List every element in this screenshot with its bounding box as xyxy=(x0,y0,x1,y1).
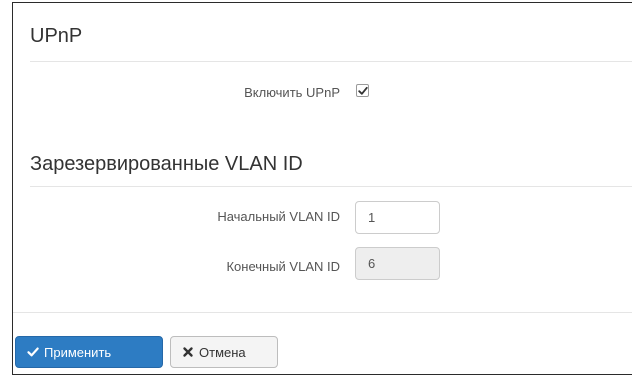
end-vlan-label: Конечный VLAN ID xyxy=(226,259,340,274)
check-icon xyxy=(27,346,39,358)
divider xyxy=(13,312,632,313)
settings-panel: UPnP Включить UPnP Зарезервированные VLA… xyxy=(12,2,632,375)
reserved-vlan-section-title: Зарезервированные VLAN ID xyxy=(30,153,303,175)
apply-button[interactable]: Применить xyxy=(15,336,163,368)
divider xyxy=(30,61,632,62)
divider xyxy=(30,186,632,187)
start-vlan-label: Начальный VLAN ID xyxy=(217,209,340,224)
end-vlan-input xyxy=(355,247,440,280)
enable-upnp-checkbox[interactable] xyxy=(356,84,369,97)
upnp-section-title: UPnP xyxy=(30,25,83,47)
start-vlan-input[interactable] xyxy=(355,201,440,234)
checkmark-icon xyxy=(358,86,368,95)
close-icon xyxy=(182,346,194,358)
enable-upnp-label: Включить UPnP xyxy=(244,85,340,100)
apply-label: Применить xyxy=(44,344,112,360)
cancel-label: Отмена xyxy=(199,344,246,360)
cancel-button[interactable]: Отмена xyxy=(170,336,278,368)
